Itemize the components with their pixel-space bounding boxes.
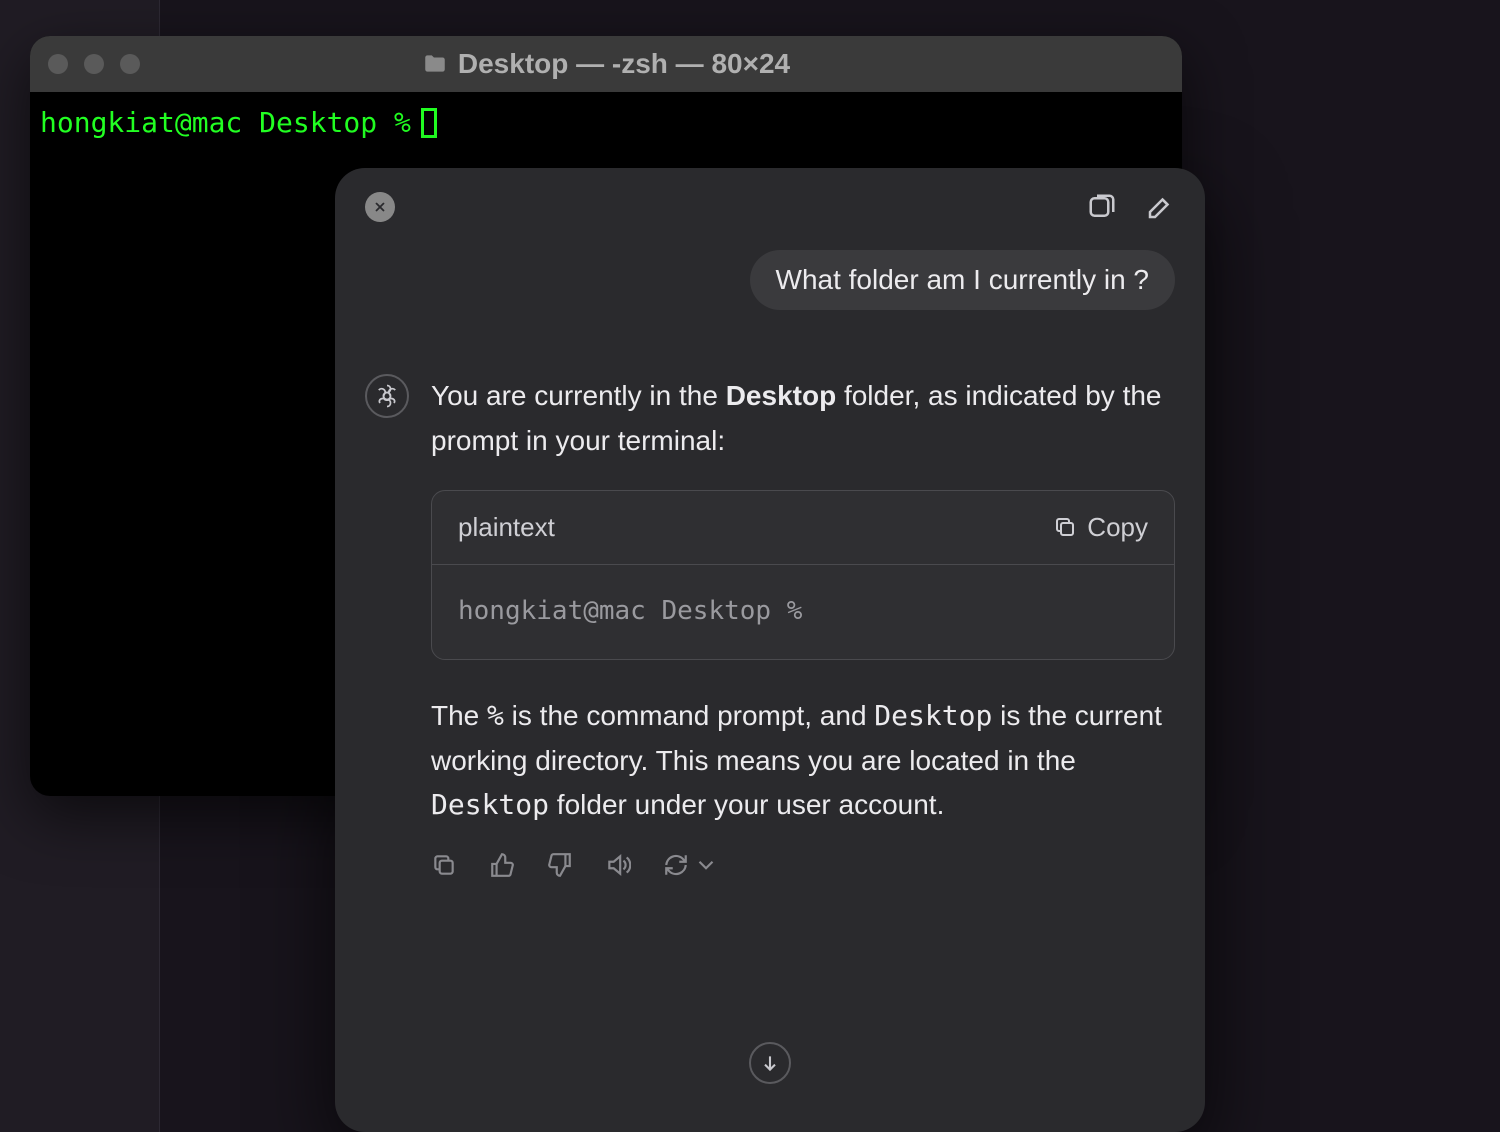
terminal-titlebar: Desktop — -zsh — 80×24 [30,36,1182,92]
terminal-body[interactable]: hongkiat@mac Desktop % [30,92,1182,153]
traffic-lights [48,54,140,74]
scroll-down-button[interactable] [749,1042,791,1084]
terminal-title: Desktop — -zsh — 80×24 [458,48,790,80]
code-block-header: plaintext Copy [432,491,1174,566]
message-actions [431,852,1175,878]
chat-overlay: What folder am I currently in ? You are … [335,168,1205,1132]
code-language-label: plaintext [458,507,555,549]
terminal-prompt: hongkiat@mac Desktop % [40,106,411,139]
thumbs-down-icon[interactable] [547,852,573,878]
inline-code-percent: % [487,699,504,732]
assistant-message-row: You are currently in the Desktop folder,… [365,374,1175,878]
folder-icon [422,51,448,77]
copy-button[interactable]: Copy [1053,507,1148,549]
close-button[interactable] [365,192,395,222]
minimize-window-button[interactable] [84,54,104,74]
close-window-button[interactable] [48,54,68,74]
code-block: plaintext Copy hongkiat@mac Desktop % [431,490,1175,660]
code-content: hongkiat@mac Desktop % [432,565,1174,659]
copy-message-icon[interactable] [431,852,457,878]
thumbs-up-icon[interactable] [489,852,515,878]
maximize-window-button[interactable] [120,54,140,74]
compose-icon[interactable] [1145,192,1175,222]
read-aloud-icon[interactable] [605,852,631,878]
assistant-message: You are currently in the Desktop folder,… [431,374,1175,878]
inline-code-desktop-2: Desktop [431,788,549,821]
user-message: What folder am I currently in ? [750,250,1175,310]
assistant-avatar [365,374,409,418]
copy-label: Copy [1087,507,1148,549]
highlighted-folder-name: Desktop [726,380,836,411]
window-icon[interactable] [1087,192,1117,222]
regenerate-icon[interactable] [663,852,689,878]
terminal-cursor [421,108,437,138]
user-message-row: What folder am I currently in ? [365,250,1175,310]
assistant-paragraph-1: You are currently in the Desktop folder,… [431,374,1175,464]
chat-header [365,192,1175,222]
assistant-paragraph-2: The % is the command prompt, and Desktop… [431,694,1175,828]
chevron-down-icon[interactable] [693,852,719,878]
inline-code-desktop-1: Desktop [874,699,992,732]
